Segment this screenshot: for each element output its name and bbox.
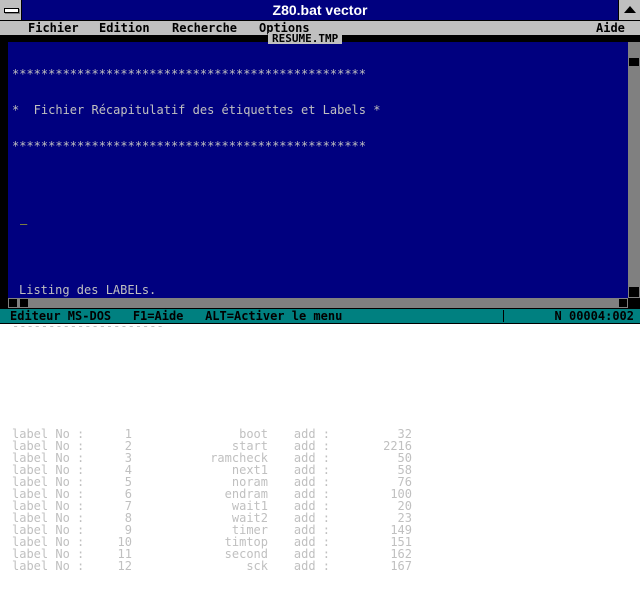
label-number: 11 [117, 547, 132, 561]
banner-text: * Fichier Récapitulatif des étiquettes e… [12, 103, 381, 117]
label-name: second [224, 547, 268, 561]
label-row: label No : 12 sck add : 167 [12, 560, 412, 572]
window-title: Z80.bat vector [272, 2, 368, 18]
label-number: 12 [117, 559, 132, 573]
label-row: label No : 8 wait2 add : 23 [12, 512, 412, 524]
label-address: 100 [390, 487, 412, 501]
document-title: RESUME.TMP [268, 33, 343, 44]
horizontal-scrollbar[interactable] [8, 298, 628, 308]
label-number: 8 [124, 511, 132, 525]
maximize-icon [624, 6, 636, 13]
status-help-text: Editeur MS-DOS F1=Aide ALT=Activer le me… [10, 309, 343, 323]
label-name: timer [231, 523, 268, 537]
label-number: 9 [124, 523, 132, 537]
add-prefix: add : [293, 523, 330, 537]
label-name: wait1 [231, 499, 268, 513]
banner-bottom: ****************************************… [12, 139, 367, 153]
label-row: label No : 11 second add : 162 [12, 548, 412, 560]
status-bar: Editeur MS-DOS F1=Aide ALT=Activer le me… [0, 309, 640, 323]
scroll-left-arrow-icon[interactable] [9, 299, 17, 307]
add-prefix: add : [293, 475, 330, 489]
label-name: wait2 [231, 511, 268, 525]
label-address: 76 [397, 475, 412, 489]
label-address: 167 [390, 559, 412, 573]
label-prefix: label No : [12, 475, 85, 489]
menu-aide[interactable]: Aide [596, 21, 625, 35]
vertical-scroll-thumb[interactable] [629, 58, 639, 66]
label-prefix: label No : [12, 487, 85, 501]
section-title: Listing des LABELs. [19, 283, 157, 297]
text-cursor: _ [20, 211, 28, 225]
add-prefix: add : [293, 511, 330, 525]
add-prefix: add : [293, 535, 330, 549]
scroll-down-arrow-icon[interactable] [629, 287, 639, 297]
label-row: label No : 7 wait1 add : 20 [12, 500, 412, 512]
label-prefix: label No : [12, 547, 85, 561]
menu-fichier[interactable]: Fichier [28, 21, 79, 35]
label-number: 7 [124, 499, 132, 513]
cursor-position: N 00004:002 [554, 309, 634, 323]
label-address: 20 [397, 499, 412, 513]
label-prefix: label No : [12, 511, 85, 525]
add-prefix: add : [293, 499, 330, 513]
scroll-right-arrow-icon[interactable] [619, 299, 627, 307]
label-name: timtop [224, 535, 268, 549]
label-row: label No : 5 noram add : 76 [12, 476, 412, 488]
label-row: label No : 6 endram add : 100 [12, 488, 412, 500]
label-name: sck [246, 559, 268, 573]
label-row: label No : 10 timtop add : 151 [12, 536, 412, 548]
label-address: 151 [390, 535, 412, 549]
label-list: label No :1 boot add :32 label No :2 start ad… [12, 428, 412, 572]
label-address: 162 [390, 547, 412, 561]
label-name: noram [231, 475, 268, 489]
label-address: 23 [397, 511, 412, 525]
label-number: 10 [117, 535, 132, 549]
vertical-scrollbar[interactable] [628, 42, 640, 298]
system-menu-icon [4, 8, 19, 13]
label-prefix: label No : [12, 523, 85, 537]
label-name: endram [224, 487, 268, 501]
banner-top: ****************************************… [12, 67, 367, 81]
title-bar: Z80.bat vector [0, 0, 640, 21]
maximize-button[interactable] [618, 0, 640, 20]
label-prefix: label No : [12, 559, 85, 573]
add-prefix: add : [293, 559, 330, 573]
label-prefix: label No : [12, 499, 85, 513]
horizontal-scroll-thumb[interactable] [20, 299, 28, 307]
status-separator [503, 310, 504, 322]
label-number: 6 [124, 487, 132, 501]
add-prefix: add : [293, 547, 330, 561]
editor-window: Z80.bat vector Fichier Edition Recherche… [0, 0, 640, 572]
label-number: 5 [124, 475, 132, 489]
add-prefix: add : [293, 487, 330, 501]
label-address: 149 [390, 523, 412, 537]
menu-recherche[interactable]: Recherche [172, 21, 237, 35]
menu-edition[interactable]: Edition [99, 21, 150, 35]
system-menu-button[interactable] [0, 0, 22, 20]
label-row: label No : 9 timer add : 149 [12, 524, 412, 536]
label-prefix: label No : [12, 535, 85, 549]
